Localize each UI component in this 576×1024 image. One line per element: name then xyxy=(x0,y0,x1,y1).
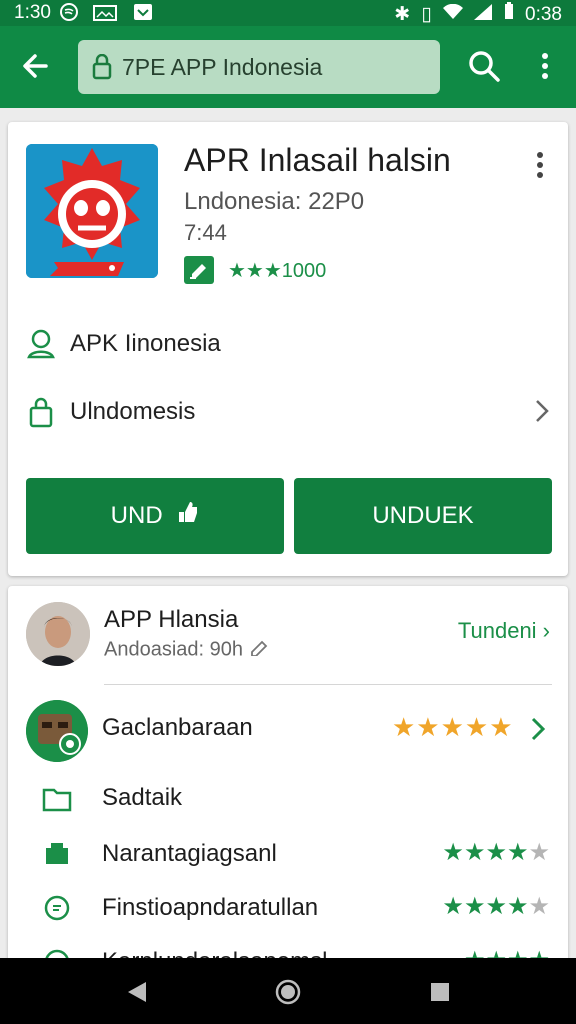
spotify-icon xyxy=(60,3,78,27)
pencil-icon xyxy=(249,638,269,662)
list-item-stars: ★★★★★ xyxy=(442,892,550,921)
notification-icon xyxy=(133,3,153,27)
list-item-label: Narantagiagsanl xyxy=(102,840,277,867)
avatar[interactable] xyxy=(26,602,90,666)
stars-filled: ★★★★ xyxy=(442,839,529,866)
game-icon[interactable] xyxy=(26,700,88,762)
app-icon[interactable] xyxy=(26,144,158,278)
list-item[interactable]: Finstioapndaratullan ★★★★★ xyxy=(26,888,550,928)
back-arrow-icon[interactable] xyxy=(18,48,54,84)
search-text: 7PE APP Indonesia xyxy=(122,54,323,80)
list-item-stars: ★★★★★ xyxy=(442,838,550,867)
tag-icon xyxy=(42,840,72,868)
app-more-icon[interactable] xyxy=(532,150,548,180)
list-item[interactable]: Sadtaik xyxy=(26,778,550,818)
location-person-icon xyxy=(26,328,56,360)
app-rating: ★★★1000 xyxy=(228,260,327,282)
battery-icon xyxy=(504,2,514,26)
lock-icon xyxy=(92,53,112,80)
signal-icon xyxy=(474,4,493,26)
search-icon[interactable] xyxy=(466,48,502,84)
game-rating-stars: ★★★★★ xyxy=(392,712,514,742)
app-details-card: APR Inlasail halsin Lndonesia: 22P0 7:44… xyxy=(8,122,568,576)
lock-icon xyxy=(26,396,56,428)
more-vert-icon[interactable] xyxy=(534,48,556,84)
stars-filled: ★★★★ xyxy=(442,893,529,920)
related-card: APP Hlansia Andoasiad: 90h Tundeni › Gac… xyxy=(8,586,568,966)
folder-icon xyxy=(42,784,72,812)
star-empty: ★ xyxy=(528,893,550,920)
home-circle-icon[interactable] xyxy=(274,978,302,1006)
developer-sub-text: Andoasiad: 90h xyxy=(104,638,244,661)
status-right-time: 0:38 xyxy=(525,4,562,25)
developer-name: APP Hlansia xyxy=(104,606,239,633)
developer-sub: Andoasiad: 90h xyxy=(104,638,269,662)
bluetooth-icon: ✱ xyxy=(394,4,411,25)
status-left-icons xyxy=(60,3,163,27)
info-row-security[interactable]: Ulndomesis xyxy=(26,392,550,432)
uninstall-label: UND xyxy=(110,502,163,529)
list-item-label: Sadtaik xyxy=(102,784,183,811)
search-field[interactable]: 7PE APP Indonesia xyxy=(78,40,440,94)
status-right: ✱ ▯ 0:38 xyxy=(388,2,562,26)
circle-icon xyxy=(42,894,72,922)
app-title: APR Inlasail halsin xyxy=(184,142,451,178)
developer-link[interactable]: Tundeni › xyxy=(458,618,550,644)
back-triangle-icon[interactable] xyxy=(124,978,152,1006)
status-bar: 1:30 ✱ ▯ 0:38 xyxy=(0,0,576,26)
vibrate-icon: ▯ xyxy=(421,4,432,25)
star-empty: ★ xyxy=(528,839,550,866)
info-row-location[interactable]: APK Iinonesia xyxy=(26,324,550,364)
wifi-icon xyxy=(443,3,464,26)
navigation-bar xyxy=(0,958,576,1024)
recents-square-icon[interactable] xyxy=(426,978,454,1006)
divider xyxy=(104,684,552,685)
gallery-icon xyxy=(93,5,118,27)
editor-badge-icon xyxy=(184,256,214,284)
app-bar: 7PE APP Indonesia xyxy=(0,26,576,108)
thumb-icon xyxy=(177,479,199,555)
status-time: 1:30 xyxy=(14,2,51,23)
app-subtitle: Lndonesia: 22P0 xyxy=(184,188,365,215)
app-size: 7:44 xyxy=(184,220,227,245)
info-row-label: Ulndomesis xyxy=(70,398,196,425)
list-item-label: Finstioapndaratullan xyxy=(102,894,319,921)
uninstall-button[interactable]: UND xyxy=(26,478,284,554)
info-row-label: APK Iinonesia xyxy=(70,330,221,357)
open-button[interactable]: UNDUEK xyxy=(294,478,552,554)
list-item[interactable]: Narantagiagsanl ★★★★★ xyxy=(26,834,550,874)
chevron-right-icon[interactable] xyxy=(530,716,546,742)
chevron-right-icon xyxy=(534,398,550,424)
game-name: Gaclanbaraan xyxy=(102,714,253,741)
